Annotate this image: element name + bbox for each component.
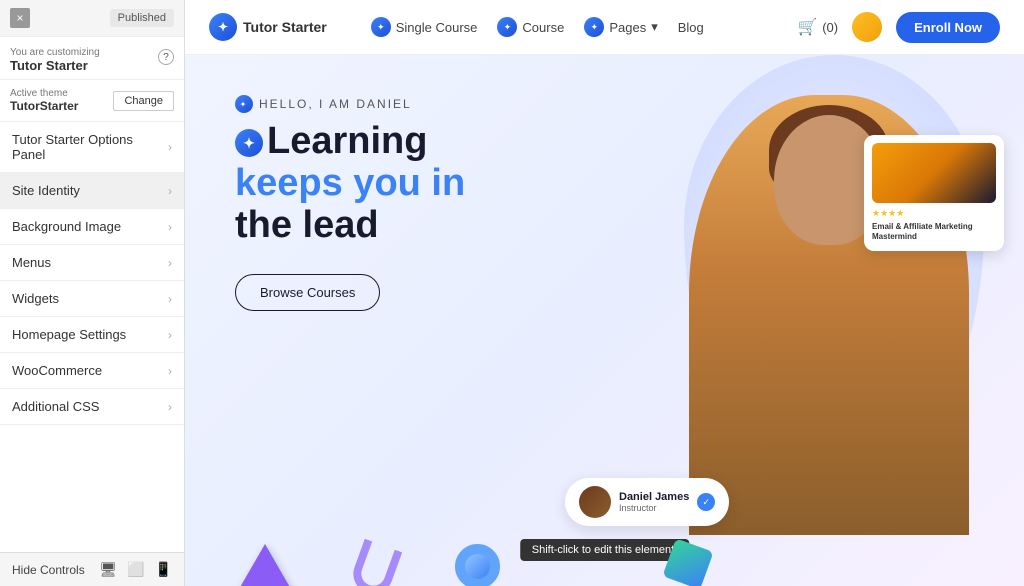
nav-link-single-course[interactable]: ✦ Single Course — [371, 17, 478, 37]
chevron-right-icon: › — [168, 220, 172, 234]
menu-item-site-identity[interactable]: Site Identity › — [0, 173, 184, 209]
panel-header: × Published — [0, 0, 184, 37]
instructor-info: Daniel James Instructor — [619, 491, 689, 513]
active-theme-name: TutorStarter — [10, 99, 78, 113]
enroll-now-button[interactable]: Enroll Now — [896, 12, 1000, 43]
mobile-icon[interactable]: 📱 — [155, 561, 172, 578]
instructor-avatar — [579, 486, 611, 518]
close-button[interactable]: × — [10, 8, 30, 28]
decorative-shapes — [235, 544, 708, 586]
chevron-right-icon: › — [168, 292, 172, 306]
chevron-down-icon: ▾ — [651, 19, 658, 35]
chevron-right-icon: › — [168, 328, 172, 342]
nav-link-pages[interactable]: ✦ Pages ▾ — [584, 17, 657, 37]
menu-items-list: Tutor Starter Options Panel › Site Ident… — [0, 122, 184, 552]
hide-controls-button[interactable]: Hide Controls — [12, 563, 85, 577]
chevron-right-icon: › — [168, 140, 172, 154]
nav-link-blog[interactable]: Blog — [678, 20, 704, 35]
course-card-image — [872, 143, 996, 203]
logo-text: Tutor Starter — [243, 19, 327, 35]
hero-title: ✦Learning keeps you in the lead — [235, 121, 465, 246]
panel-footer: Hide Controls 🖥 ⬜ 📱 — [0, 552, 184, 586]
chevron-right-icon: › — [168, 400, 172, 414]
logo-icon: ✦ — [209, 13, 237, 41]
nav-link-course[interactable]: ✦ Course — [497, 17, 564, 37]
instructor-role: Instructor — [619, 503, 689, 513]
nav-links: ✦ Single Course ✦ Course ✦ Pages ▾ Blog — [371, 17, 704, 37]
nav-right: 🛒 (0) Enroll Now — [798, 12, 1000, 43]
course-rating-stars: ★★★★ — [872, 208, 996, 219]
customizer-panel: × Published You are customizing Tutor St… — [0, 0, 185, 586]
desktop-icon[interactable]: 🖥 — [99, 561, 117, 578]
hello-icon: ✦ — [235, 95, 253, 113]
course-card: ★★★★ Email & Affiliate Marketing Masterm… — [864, 135, 1004, 251]
help-icon[interactable]: ? — [158, 49, 174, 65]
donut-shape — [455, 544, 500, 586]
hero-hello: ✦ HELLO, I AM DANIEL — [235, 95, 465, 113]
title-icon: ✦ — [235, 129, 263, 157]
preview-area: ✦ Tutor Starter ✦ Single Course ✦ Course… — [185, 0, 1024, 586]
menu-item-homepage-settings[interactable]: Homepage Settings › — [0, 317, 184, 353]
hero-image-area: ★★★★ Email & Affiliate Marketing Masterm… — [654, 55, 994, 535]
chevron-right-icon: › — [168, 184, 172, 198]
browse-courses-button[interactable]: Browse Courses — [235, 274, 380, 311]
hook-shape — [348, 539, 403, 586]
active-theme-label: Active theme — [10, 88, 78, 99]
tablet-icon[interactable]: ⬜ — [127, 561, 144, 578]
menu-item-menus[interactable]: Menus › — [0, 245, 184, 281]
menu-item-woocommerce[interactable]: WooCommerce › — [0, 353, 184, 389]
instructor-name: Daniel James — [619, 491, 689, 503]
chevron-right-icon: › — [168, 364, 172, 378]
single-course-icon: ✦ — [371, 17, 391, 37]
published-badge: Published — [110, 9, 174, 27]
triangle-shape — [235, 544, 295, 586]
nav-bar: ✦ Tutor Starter ✦ Single Course ✦ Course… — [185, 0, 1024, 55]
course-icon: ✦ — [497, 17, 517, 37]
hero-content: ✦ HELLO, I AM DANIEL ✦Learning keeps you… — [235, 95, 465, 311]
menu-item-additional-css[interactable]: Additional CSS › — [0, 389, 184, 425]
change-theme-button[interactable]: Change — [113, 91, 174, 111]
footer-device-icons: 🖥 ⬜ 📱 — [99, 561, 172, 578]
menu-item-background-image[interactable]: Background Image › — [0, 209, 184, 245]
instructor-card: Daniel James Instructor ✓ — [565, 478, 729, 526]
user-avatar[interactable] — [852, 12, 882, 42]
menu-item-tutor-starter[interactable]: Tutor Starter Options Panel › — [0, 122, 184, 173]
cart-icon[interactable]: 🛒 (0) — [798, 17, 838, 37]
hero-section: ✦ HELLO, I AM DANIEL ✦Learning keeps you… — [185, 55, 1024, 586]
cube-shape — [662, 538, 713, 586]
customizing-text: You are customizing — [10, 47, 100, 58]
hero-title-highlight: keeps you in — [235, 162, 465, 204]
nav-logo: ✦ Tutor Starter — [209, 13, 327, 41]
instructor-verified-icon: ✓ — [697, 493, 715, 511]
menu-item-widgets[interactable]: Widgets › — [0, 281, 184, 317]
customizing-title: Tutor Starter — [10, 58, 100, 73]
customizing-info: You are customizing Tutor Starter ? — [0, 37, 184, 80]
pages-icon: ✦ — [584, 17, 604, 37]
active-theme-section: Active theme TutorStarter Change — [0, 80, 184, 122]
course-card-title: Email & Affiliate Marketing Mastermind — [872, 222, 996, 243]
chevron-right-icon: › — [168, 256, 172, 270]
